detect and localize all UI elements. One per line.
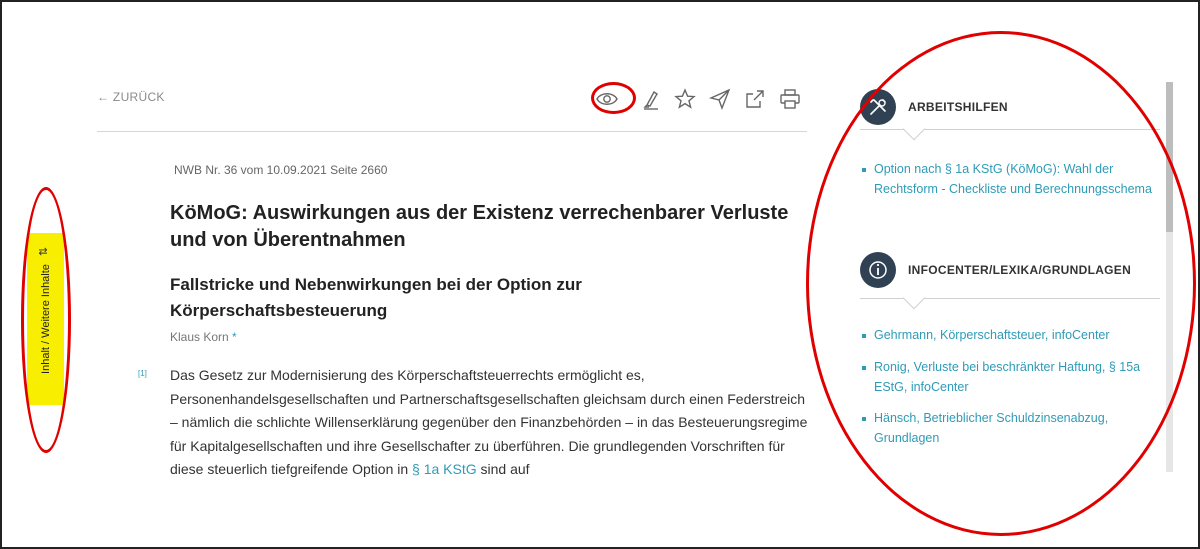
eye-icon-annotation — [591, 82, 636, 114]
body-text-end: sind auf — [476, 461, 530, 477]
side-tab-annotation — [21, 187, 71, 453]
share-icon[interactable] — [743, 87, 767, 111]
paragraph-number[interactable]: [1] — [138, 369, 147, 378]
back-link[interactable]: ← ZURÜCK — [97, 90, 165, 104]
header-divider — [97, 131, 807, 132]
kstg-link[interactable]: § 1a KStG — [412, 461, 477, 477]
article-subtitle: Fallstricke und Nebenwirkungen bei der O… — [170, 275, 582, 320]
star-icon[interactable] — [673, 87, 697, 111]
print-icon[interactable] — [778, 87, 802, 111]
article-meta: NWB Nr. 36 vom 10.09.2021 Seite 2660 — [174, 163, 388, 177]
highlighter-icon[interactable] — [639, 87, 663, 111]
article-author: Klaus Korn * — [170, 330, 237, 344]
author-footnote-marker[interactable]: * — [232, 330, 237, 344]
author-name[interactable]: Klaus Korn — [170, 330, 229, 344]
send-icon[interactable] — [708, 87, 732, 111]
article-title: KöMoG: Auswirkungen aus der Existenz ver… — [170, 202, 789, 251]
article-body: Das Gesetz zur Modernisierung des Körper… — [170, 364, 810, 482]
panel-annotation — [806, 31, 1196, 536]
